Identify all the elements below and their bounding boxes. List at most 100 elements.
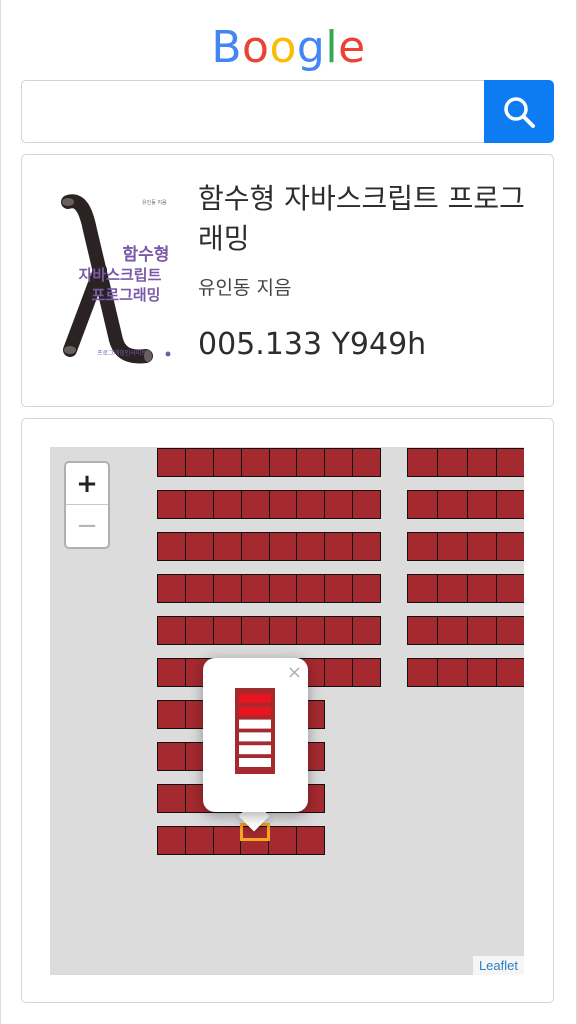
- shelf-row[interactable]: [407, 448, 524, 477]
- shelf-section: [353, 533, 380, 560]
- shelf-section: [158, 449, 186, 476]
- map-attribution-link[interactable]: Leaflet: [472, 956, 524, 975]
- shelf-row[interactable]: [407, 574, 524, 603]
- search-icon: [504, 96, 535, 128]
- shelf-section: [408, 575, 438, 602]
- search-bar: [21, 80, 554, 143]
- shelf-row[interactable]: [157, 574, 381, 603]
- shelf-section: [468, 449, 498, 476]
- book-cover-image: 유인동 지음 함수형 자바스크립트 프로그래밍 프로그래밍인사이트: [50, 190, 176, 368]
- shelf-level-highlighted: [239, 706, 271, 716]
- shelf-section: [158, 533, 186, 560]
- search-button[interactable]: [484, 80, 554, 143]
- cover-title-line-1: 함수형: [123, 244, 170, 265]
- cover-author: 유인동 지음: [142, 199, 167, 206]
- book-author: 유인동 지음: [198, 277, 292, 299]
- shelf-section: [325, 575, 354, 602]
- shelf-section: [438, 449, 468, 476]
- zoom-in-button[interactable]: +: [66, 463, 108, 505]
- shelf-section: [468, 533, 498, 560]
- shelf-section: [438, 617, 468, 644]
- shelf-section: [214, 575, 242, 602]
- logo-letter-o1: o: [242, 22, 270, 73]
- shelf-section: [353, 659, 380, 686]
- shelf-section: [158, 827, 186, 854]
- shelf-section: [497, 659, 524, 686]
- cover-title-line-2: 자바스크립트: [79, 266, 162, 284]
- shelf-section: [214, 491, 242, 518]
- shelf-level-highlighted: [239, 694, 271, 703]
- book-call-number: 005.133 Y949h: [198, 327, 427, 362]
- shelf-level: [239, 732, 271, 742]
- shelf-section: [186, 617, 214, 644]
- shelf-section: [158, 617, 186, 644]
- zoom-control: + −: [64, 461, 110, 549]
- shelf-section: [353, 449, 380, 476]
- shelf-row[interactable]: [407, 658, 524, 687]
- shelf-row[interactable]: [157, 532, 381, 561]
- search-input[interactable]: [21, 80, 484, 143]
- shelf-section: [270, 449, 298, 476]
- cover-publisher: 프로그래밍인사이트: [97, 349, 147, 357]
- zoom-out-button[interactable]: −: [66, 505, 108, 547]
- logo-letter-b: B: [211, 22, 243, 73]
- shelf-section: [158, 701, 186, 728]
- shelf-section: [297, 491, 326, 518]
- popup-close-button[interactable]: ×: [287, 662, 302, 683]
- logo-letter-o2: o: [269, 22, 297, 73]
- shelf-section: [438, 575, 468, 602]
- shelf-section: [353, 575, 380, 602]
- book-card: 유인동 지음 함수형 자바스크립트 프로그래밍 프로그래밍인사이트 함수형 자바…: [21, 154, 554, 407]
- shelf-section: [438, 659, 468, 686]
- shelf-section: [186, 491, 214, 518]
- shelf-level: [239, 745, 271, 755]
- shelf-row[interactable]: [407, 532, 524, 561]
- shelf-section: [158, 659, 186, 686]
- map-card: × + − Leaflet: [21, 418, 554, 1003]
- shelf-section: [468, 659, 498, 686]
- shelf-section: [297, 449, 326, 476]
- shelf-section: [158, 575, 186, 602]
- shelf-section: [325, 659, 354, 686]
- shelf-row[interactable]: [407, 490, 524, 519]
- shelf-section: [408, 617, 438, 644]
- app-logo[interactable]: Boogle: [0, 22, 577, 74]
- shelf-section: [214, 449, 242, 476]
- shelf-section: [497, 533, 524, 560]
- shelf-section: [408, 659, 438, 686]
- shelf-section: [297, 617, 326, 644]
- shelf-section: [325, 533, 354, 560]
- shelf-level: [239, 758, 271, 767]
- shelf-row[interactable]: [157, 616, 381, 645]
- shelf-row[interactable]: [407, 616, 524, 645]
- logo-letter-g: g: [296, 22, 326, 73]
- shelf-section: [214, 827, 242, 854]
- shelf-section: [468, 491, 498, 518]
- shelf-section: [438, 533, 468, 560]
- shelf-section: [158, 785, 186, 812]
- book-title: 함수형 자바스크립트 프로그래밍: [198, 182, 525, 255]
- shelf-row[interactable]: [157, 448, 381, 477]
- shelf-section: [158, 491, 186, 518]
- shelf-section: [270, 575, 298, 602]
- shelf-section: [408, 491, 438, 518]
- shelf-section: [497, 449, 524, 476]
- shelf-section: [242, 491, 270, 518]
- shelf-section: [270, 617, 298, 644]
- shelf-section: [353, 491, 380, 518]
- shelf-section: [214, 533, 242, 560]
- shelf-section: [497, 491, 524, 518]
- shelf-section: [325, 449, 354, 476]
- shelf-section: [468, 617, 498, 644]
- shelf-map[interactable]: × + − Leaflet: [50, 447, 524, 975]
- shelf-section: [297, 575, 326, 602]
- shelf-section: [270, 491, 298, 518]
- shelf-section: [297, 827, 324, 854]
- shelf-row[interactable]: [157, 490, 381, 519]
- shelf-section: [158, 743, 186, 770]
- shelf-section: [186, 827, 214, 854]
- shelf-section: [186, 449, 214, 476]
- shelf-section: [497, 617, 524, 644]
- shelf-section: [408, 449, 438, 476]
- shelf-section: [269, 827, 298, 854]
